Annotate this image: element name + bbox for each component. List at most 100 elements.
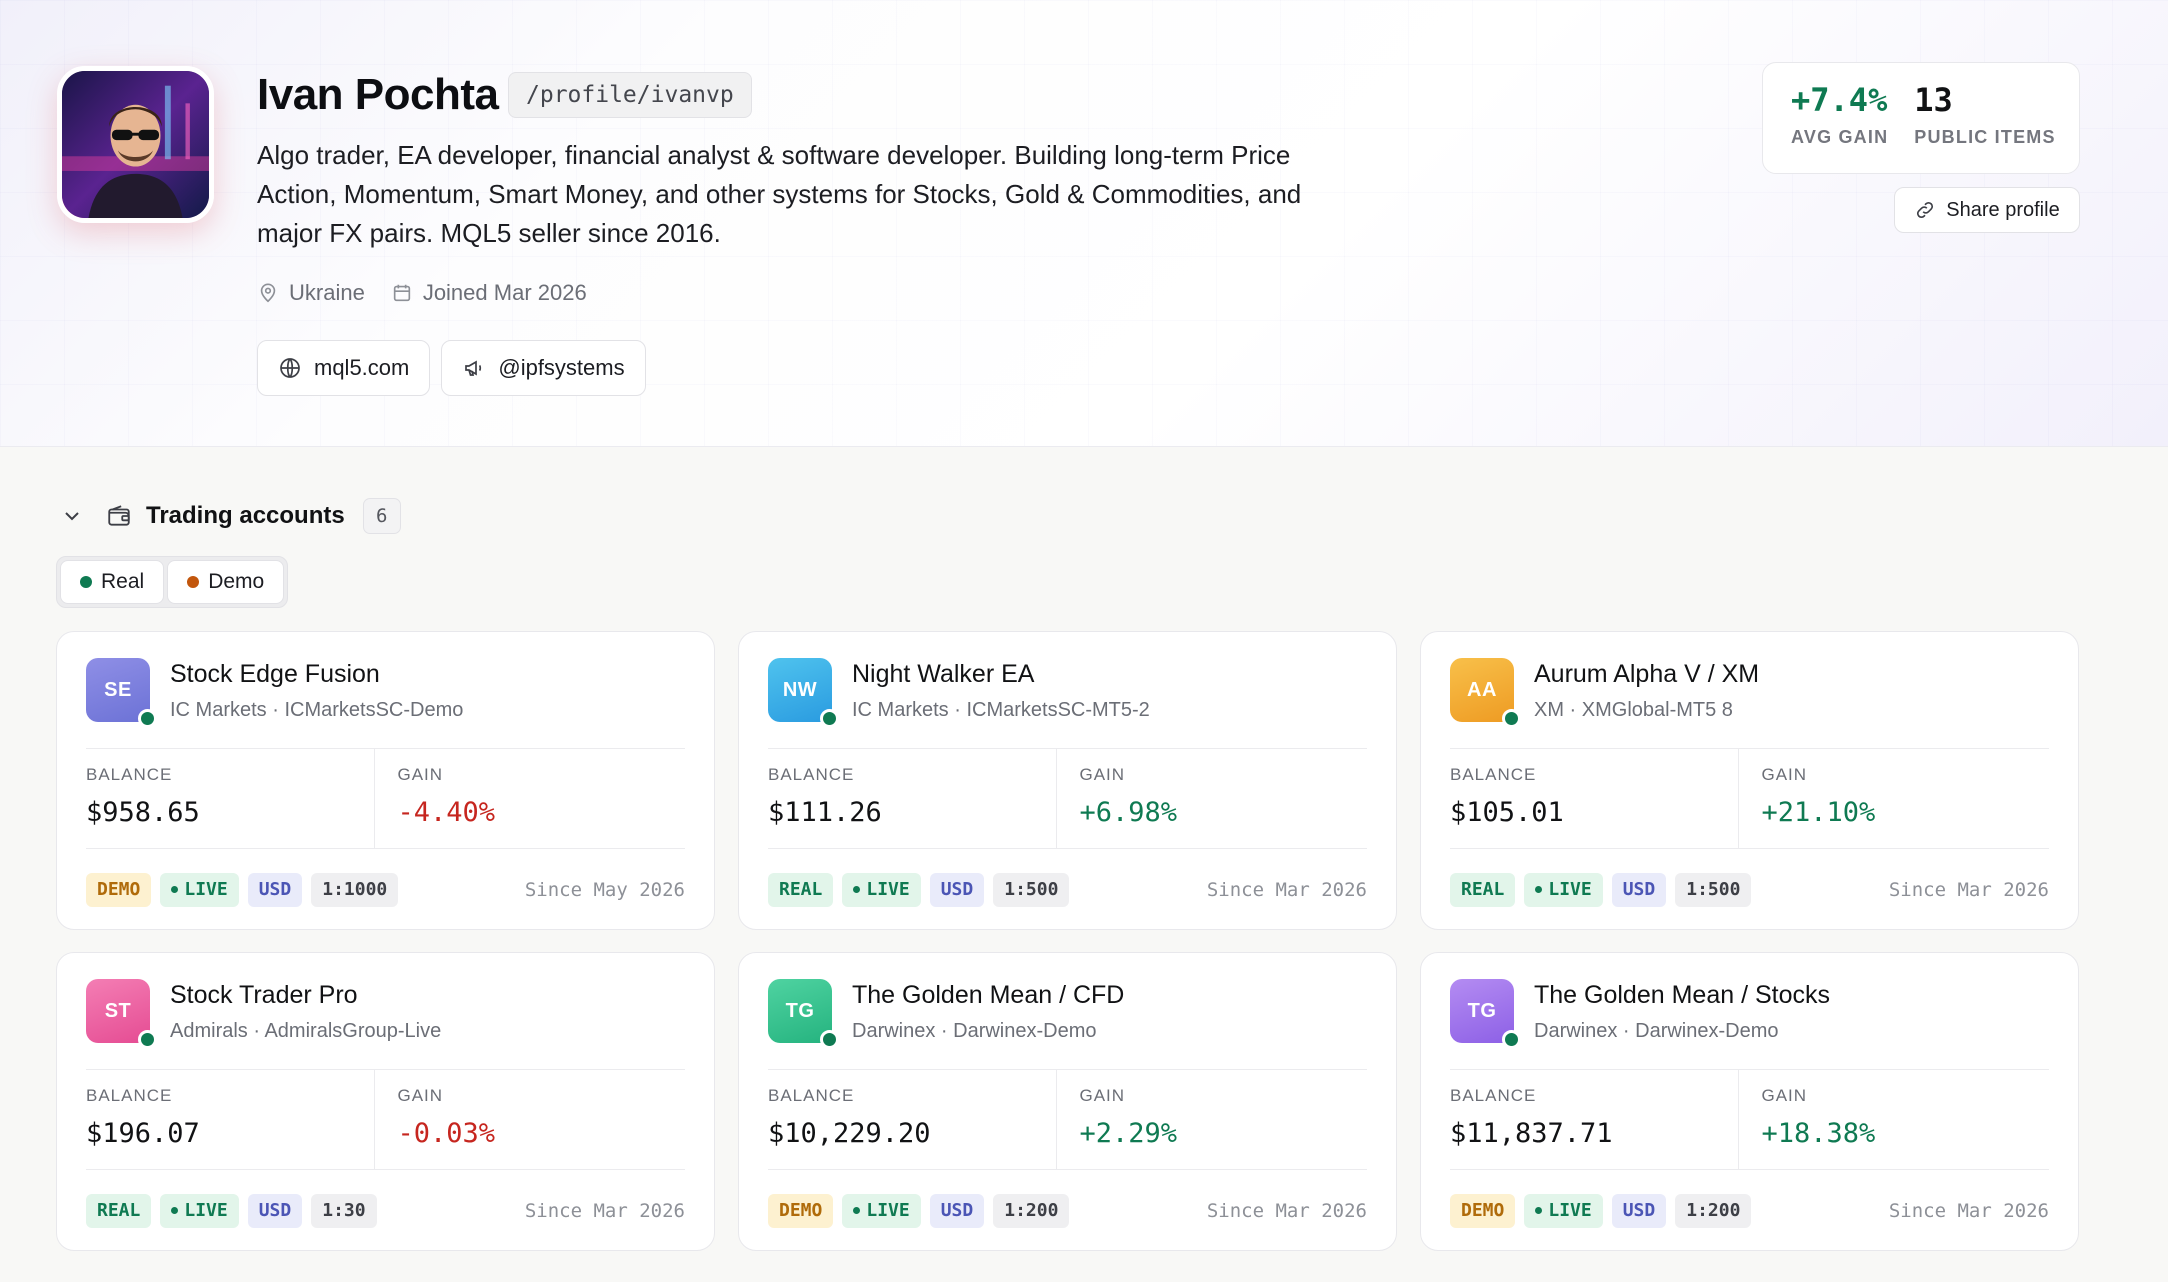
stat-avg-gain: +7.4% AVG GAIN bbox=[1791, 81, 1888, 173]
filter-real[interactable]: Real bbox=[60, 560, 165, 604]
location-text: Ukraine bbox=[289, 280, 365, 305]
account-initials: NW bbox=[782, 678, 818, 701]
account-broker: Darwinex · Darwinex-Demo bbox=[852, 1020, 1097, 1042]
live-dot-icon bbox=[1535, 886, 1543, 893]
account-card[interactable]: SE Stock Edge Fusion IC Markets · ICMark… bbox=[56, 631, 715, 930]
gain-value: +18.38% bbox=[1761, 1118, 1876, 1149]
live-badge: LIVE bbox=[160, 872, 239, 907]
account-initials: AA bbox=[1467, 678, 1497, 701]
since-date: Since Mar 2026 bbox=[1206, 878, 1367, 901]
since-date: Since Mar 2026 bbox=[1888, 1199, 2049, 1222]
live-badge: LIVE bbox=[1524, 872, 1603, 907]
status-dot-icon bbox=[1502, 709, 1521, 728]
live-label: LIVE bbox=[866, 1200, 910, 1221]
since-date: Since Mar 2026 bbox=[1888, 878, 2049, 901]
currency-badge: USD bbox=[929, 1193, 985, 1228]
account-card[interactable]: ST Stock Trader Pro Admirals · AdmiralsG… bbox=[56, 952, 715, 1251]
leverage-badge: 1:30 bbox=[311, 1193, 377, 1228]
live-dot-icon bbox=[853, 886, 861, 893]
filter-demo[interactable]: Demo bbox=[167, 560, 285, 604]
account-initials: SE bbox=[104, 678, 132, 701]
leverage-badge: 1:500 bbox=[1675, 872, 1752, 907]
live-label: LIVE bbox=[1548, 1200, 1592, 1221]
account-card[interactable]: TG The Golden Mean / CFD Darwinex · Darw… bbox=[738, 952, 1397, 1251]
account-initials: TG bbox=[785, 999, 815, 1022]
account-broker: Admirals · AdmiralsGroup-Live bbox=[170, 1020, 442, 1042]
avatar bbox=[57, 66, 214, 223]
map-pin-icon bbox=[260, 283, 276, 303]
leverage-badge: 1:200 bbox=[1675, 1193, 1752, 1228]
profile-header: Ivan Pochta /profile/ivanvp Algo trader,… bbox=[0, 0, 2168, 447]
balance-value: $111.26 bbox=[768, 797, 882, 828]
balance-value: $10,229.20 bbox=[768, 1118, 931, 1149]
balance-value: $196.07 bbox=[86, 1118, 200, 1149]
live-dot-icon bbox=[1535, 1207, 1543, 1214]
link-website-label: mql5.com bbox=[314, 355, 410, 380]
gain-value: +21.10% bbox=[1761, 797, 1876, 828]
account-broker: XM · XMGlobal-MT5 8 bbox=[1534, 699, 1733, 721]
balance-label: BALANCE bbox=[86, 1086, 173, 1105]
account-card[interactable]: NW Night Walker EA IC Markets · ICMarket… bbox=[738, 631, 1397, 930]
account-avatar: ST bbox=[86, 979, 157, 1049]
demo-dot-icon bbox=[187, 576, 200, 588]
profile-handle[interactable]: /profile/ivanvp bbox=[508, 72, 752, 118]
balance-label: BALANCE bbox=[1450, 765, 1537, 784]
balance-label: BALANCE bbox=[768, 1086, 855, 1105]
avg-gain-label: AVG GAIN bbox=[1791, 127, 1889, 147]
account-avatar: SE bbox=[86, 658, 157, 728]
link-social-label: @ipfsystems bbox=[498, 355, 625, 380]
status-dot-icon bbox=[138, 709, 157, 728]
joined-text: Joined Mar 2026 bbox=[422, 280, 587, 305]
account-type-badge: DEMO bbox=[1450, 1193, 1516, 1228]
account-avatar: NW bbox=[768, 658, 839, 728]
account-type-filter: Real Demo bbox=[56, 556, 289, 608]
status-dot-icon bbox=[138, 1030, 157, 1049]
live-label: LIVE bbox=[866, 879, 910, 900]
account-initials: TG bbox=[1467, 999, 1497, 1022]
public-items-value: 13 bbox=[1914, 81, 1953, 119]
since-date: Since Mar 2026 bbox=[1206, 1199, 1367, 1222]
account-avatar: TG bbox=[1450, 979, 1521, 1049]
account-type-badge: REAL bbox=[768, 872, 834, 907]
live-dot-icon bbox=[853, 1207, 861, 1214]
account-type-badge: DEMO bbox=[768, 1193, 834, 1228]
gain-label: GAIN bbox=[397, 765, 444, 784]
account-name: Aurum Alpha V / XM bbox=[1534, 660, 1760, 688]
account-card[interactable]: TG The Golden Mean / Stocks Darwinex · D… bbox=[1420, 952, 2079, 1251]
gain-value: -4.40% bbox=[397, 797, 496, 828]
balance-value: $105.01 bbox=[1450, 797, 1564, 828]
leverage-badge: 1:200 bbox=[993, 1193, 1070, 1228]
account-type-badge: DEMO bbox=[86, 872, 152, 907]
avg-gain-value: +7.4% bbox=[1791, 81, 1888, 119]
trading-accounts-header[interactable]: Trading accounts 6 bbox=[60, 496, 401, 536]
live-badge: LIVE bbox=[1524, 1193, 1603, 1228]
profile-name: Ivan Pochta bbox=[257, 70, 499, 119]
account-name: The Golden Mean / CFD bbox=[852, 981, 1125, 1009]
share-profile-button[interactable]: Share profile bbox=[1894, 187, 2080, 233]
account-type-badge: REAL bbox=[1450, 872, 1516, 907]
since-date: Since Mar 2026 bbox=[524, 1199, 685, 1222]
link-website[interactable]: mql5.com bbox=[257, 340, 431, 396]
wallet-icon bbox=[108, 505, 130, 526]
account-initials: ST bbox=[104, 999, 132, 1022]
account-type-badge: REAL bbox=[86, 1193, 152, 1228]
since-date: Since May 2026 bbox=[524, 878, 685, 901]
filter-real-label: Real bbox=[101, 570, 145, 593]
gain-label: GAIN bbox=[397, 1086, 444, 1105]
balance-label: BALANCE bbox=[768, 765, 855, 784]
live-badge: LIVE bbox=[160, 1193, 239, 1228]
gain-label: GAIN bbox=[1761, 765, 1808, 784]
link-social[interactable]: @ipfsystems bbox=[441, 340, 646, 396]
profile-links: mql5.com @ipfsystems bbox=[257, 340, 646, 396]
avatar-image bbox=[62, 71, 209, 218]
account-name: Stock Trader Pro bbox=[170, 981, 358, 1009]
balance-label: BALANCE bbox=[1450, 1086, 1537, 1105]
account-name: Night Walker EA bbox=[852, 660, 1035, 688]
account-broker: IC Markets · ICMarketsSC-MT5-2 bbox=[852, 699, 1150, 721]
account-card[interactable]: AA Aurum Alpha V / XM XM · XMGlobal-MT5 … bbox=[1420, 631, 2079, 930]
account-avatar: TG bbox=[768, 979, 839, 1049]
balance-label: BALANCE bbox=[86, 765, 173, 784]
chevron-down-icon[interactable] bbox=[60, 504, 84, 528]
gain-value: +2.29% bbox=[1079, 1118, 1178, 1149]
stat-public-items: 13 PUBLIC ITEMS bbox=[1914, 81, 2055, 173]
